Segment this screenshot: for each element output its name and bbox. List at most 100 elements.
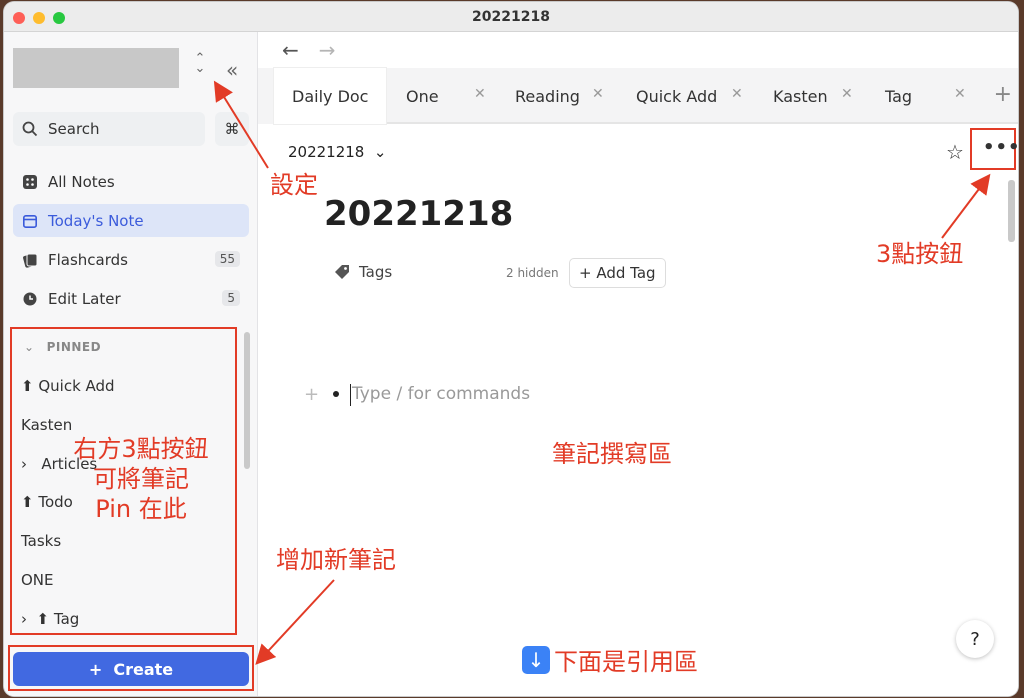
sidebar-item-label: Edit Later: [48, 289, 121, 308]
close-tab-icon[interactable]: ✕: [592, 86, 604, 102]
create-label: Create: [113, 659, 174, 679]
annotation-settings: 設定: [270, 171, 318, 199]
down-arrow-icon: ↓: [522, 645, 550, 674]
upload-circle-icon: ⬆︎: [21, 493, 34, 511]
more-options-icon[interactable]: •••: [983, 137, 1018, 158]
search-label: Search: [48, 120, 100, 138]
tab-quick-add[interactable]: Quick Add: [636, 68, 717, 124]
pinned-item-label: Tasks: [21, 532, 62, 550]
tab-label: One: [406, 86, 439, 106]
text-cursor: [350, 384, 351, 406]
chevron-down-icon: ⌄: [24, 340, 35, 354]
command-palette-button[interactable]: ⌘: [215, 112, 249, 146]
annotation-below-ref: ↓ 下面是引用區: [522, 642, 698, 677]
search-icon: [22, 121, 38, 137]
help-button[interactable]: ?: [956, 620, 994, 658]
chevron-down-icon: ⌄: [373, 143, 387, 161]
pinned-section-header[interactable]: ⌄ PINNED: [24, 340, 101, 354]
pinned-item-label: Quick Add: [38, 377, 115, 395]
tab-label: Kasten: [773, 86, 828, 106]
sidebar: ⌃ ⌄ « Search ⌘ All Notes Today's Note Fla…: [4, 32, 258, 696]
close-tab-icon[interactable]: ✕: [474, 86, 486, 102]
annotation-writing-area: 筆記撰寫區: [552, 440, 672, 468]
upload-circle-icon: ⬆︎: [21, 377, 34, 395]
pinned-item-one[interactable]: ONE: [21, 571, 54, 589]
annotation-pin-note: 右方3點按鈕 可將筆記 Pin 在此: [56, 434, 226, 524]
calendar-icon: [21, 212, 39, 230]
pinned-item-label: Tag: [53, 610, 80, 628]
pinned-item-label: ONE: [21, 571, 54, 589]
upload-circle-icon: ⬆︎: [36, 610, 50, 628]
title-bar: 20221218: [4, 2, 1018, 32]
close-tab-icon[interactable]: ✕: [841, 86, 853, 102]
sidebar-item-label: Today's Note: [48, 211, 144, 230]
clock-icon: [21, 290, 39, 308]
annotation-line: 右方3點按鈕: [73, 435, 209, 463]
pinned-header-label: PINNED: [46, 340, 102, 354]
pinned-item-kasten[interactable]: Kasten: [21, 416, 72, 434]
hidden-tags-count[interactable]: 2 hidden: [506, 266, 559, 280]
plus-icon: +: [88, 659, 103, 679]
tab-label: Tag: [885, 86, 913, 106]
doc-breadcrumb-label: 20221218: [288, 143, 365, 161]
tags-label: Tags: [359, 263, 393, 281]
main-area: ← → Daily Doc One ✕ Reading ✕ Quick Add ✕…: [258, 32, 1018, 696]
sidebar-item-flashcards[interactable]: Flashcards 55: [13, 243, 249, 276]
forward-arrow-icon[interactable]: →: [319, 38, 336, 62]
sidebar-item-todays-note[interactable]: Today's Note: [13, 204, 249, 237]
annotation-add-note: 增加新筆記: [276, 546, 396, 574]
annotation-line: 可將筆記: [93, 465, 189, 493]
annotation-below-ref-label: 下面是引用區: [554, 648, 698, 676]
new-tab-icon[interactable]: +: [994, 82, 1012, 107]
editor-placeholder[interactable]: Type / for commands: [352, 384, 530, 404]
tab-reading[interactable]: Reading: [515, 68, 580, 124]
sidebar-item-label: Flashcards: [48, 250, 128, 269]
sidebar-item-all-notes[interactable]: All Notes: [13, 165, 249, 198]
doc-breadcrumb[interactable]: 20221218 ⌄: [288, 143, 386, 161]
count-badge: 5: [222, 290, 240, 306]
chevron-right-icon: ›: [21, 455, 27, 473]
pinned-item-label: Kasten: [21, 416, 73, 434]
chevron-right-icon: ›: [21, 610, 27, 628]
tab-kasten[interactable]: Kasten: [773, 68, 828, 124]
collapse-sidebar-icon[interactable]: «: [226, 58, 238, 82]
add-tag-button[interactable]: + Add Tag: [569, 258, 666, 288]
pinned-item-tag[interactable]: › ⬆︎ Tag: [21, 610, 79, 628]
tab-label: Daily Doc: [292, 86, 369, 106]
workspace-name-redacted[interactable]: [13, 48, 179, 88]
tab-daily-doc[interactable]: Daily Doc: [274, 68, 387, 124]
cards-icon: [21, 251, 39, 269]
close-tab-icon[interactable]: ✕: [954, 86, 966, 102]
add-tag-label: Add Tag: [596, 264, 656, 282]
grid-icon: [21, 173, 39, 191]
tag-icon: [335, 265, 349, 279]
doc-title[interactable]: 20221218: [324, 194, 513, 234]
count-badge: 55: [214, 251, 240, 267]
plus-icon: +: [579, 264, 592, 282]
back-arrow-icon[interactable]: ←: [282, 38, 299, 62]
tags-row: Tags: [334, 263, 392, 281]
sidebar-item-edit-later[interactable]: Edit Later 5: [13, 282, 249, 315]
add-block-icon[interactable]: +: [304, 384, 319, 405]
app-window: 20221218 ⌃ ⌄ « Search ⌘ All Notes Today's…: [4, 2, 1018, 696]
workspace-switch-icon[interactable]: ⌃ ⌄: [193, 52, 207, 75]
pinned-item-tasks[interactable]: Tasks: [21, 532, 61, 550]
doc-scrollbar[interactable]: [1008, 180, 1015, 242]
star-icon[interactable]: ☆: [946, 140, 964, 164]
tab-label: Reading: [515, 86, 580, 106]
tab-tag[interactable]: Tag: [885, 68, 912, 124]
sidebar-item-label: All Notes: [48, 172, 115, 191]
history-nav: ← →: [282, 38, 356, 62]
tab-strip: Daily Doc One ✕ Reading ✕ Quick Add ✕ Ka…: [274, 68, 1018, 124]
annotation-line: Pin 在此: [95, 495, 187, 523]
pinned-item-quick-add[interactable]: ⬆︎ Quick Add: [21, 377, 115, 395]
tab-label: Quick Add: [636, 86, 718, 106]
sidebar-scrollbar[interactable]: [244, 332, 250, 469]
close-tab-icon[interactable]: ✕: [731, 86, 743, 102]
create-button[interactable]: + Create: [13, 652, 249, 686]
window-title: 20221218: [472, 9, 550, 25]
tab-one[interactable]: One: [406, 68, 439, 124]
bullet-icon[interactable]: [333, 391, 339, 397]
annotation-three-dots: 3點按鈕: [876, 240, 964, 268]
search-button[interactable]: Search: [13, 112, 205, 146]
